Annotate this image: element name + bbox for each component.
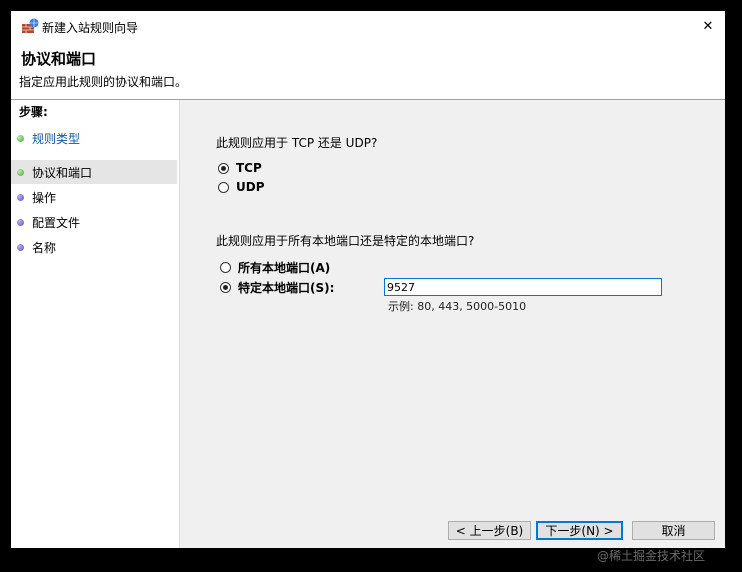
radio-all-ports-label: 所有本地端口(A) <box>238 261 331 275</box>
step-label: 名称 <box>32 240 57 255</box>
protocol-question: 此规则应用于 TCP 还是 UDP? <box>216 136 378 150</box>
step-profile[interactable]: 配置文件 <box>11 210 177 234</box>
next-button[interactable]: 下一步(N) > <box>536 521 623 540</box>
port-input[interactable] <box>384 278 662 296</box>
radio-udp[interactable]: UDP <box>218 180 265 194</box>
radio-specific-ports[interactable]: 特定本地端口(S): <box>220 279 334 296</box>
radio-unchecked-icon <box>220 262 231 273</box>
close-icon: ✕ <box>702 18 714 34</box>
port-example: 示例: 80, 443, 5000-5010 <box>388 300 527 313</box>
port-question: 此规则应用于所有本地端口还是特定的本地端口? <box>216 234 475 248</box>
step-pending-icon <box>17 193 24 201</box>
step-label: 配置文件 <box>32 215 81 230</box>
window-title: 新建入站规则向导 <box>42 21 139 35</box>
close-button[interactable]: ✕ <box>691 11 725 41</box>
wizard-header: 协议和端口 指定应用此规则的协议和端口。 <box>11 41 725 100</box>
step-pending-icon <box>17 243 24 251</box>
radio-tcp[interactable]: TCP <box>218 161 262 175</box>
radio-checked-icon <box>220 282 231 293</box>
step-done-icon <box>17 134 24 142</box>
page-subtitle: 指定应用此规则的协议和端口。 <box>19 75 188 89</box>
title-bar: 新建入站规则向导 ✕ <box>11 11 725 41</box>
step-done-icon <box>17 168 24 176</box>
step-pending-icon <box>17 218 24 226</box>
main-content: 此规则应用于 TCP 还是 UDP? TCP UDP 此规则应用于所有本地端口还… <box>180 100 725 548</box>
step-label: 协议和端口 <box>32 165 93 180</box>
radio-tcp-label: TCP <box>236 161 262 175</box>
step-name[interactable]: 名称 <box>11 235 177 259</box>
steps-panel: 步骤: 规则类型 协议和端口 操作 配置文件 名称 <box>11 100 180 548</box>
steps-title: 步骤: <box>19 105 48 119</box>
page-title: 协议和端口 <box>21 50 97 68</box>
step-protocol-and-ports[interactable]: 协议和端口 <box>11 160 177 184</box>
cancel-button[interactable]: 取消 <box>632 521 715 540</box>
firewall-icon <box>21 18 39 34</box>
radio-unchecked-icon <box>218 181 229 193</box>
radio-all-ports[interactable]: 所有本地端口(A) <box>220 259 330 276</box>
step-label: 操作 <box>32 190 57 205</box>
radio-specific-ports-label: 特定本地端口(S): <box>238 281 335 295</box>
wizard-window: 新建入站规则向导 ✕ 协议和端口 指定应用此规则的协议和端口。 步骤: 规则类型… <box>11 11 725 548</box>
radio-checked-icon <box>218 162 229 174</box>
watermark: @稀土掘金技术社区 <box>597 549 706 563</box>
step-label: 规则类型 <box>32 131 81 146</box>
step-rule-type[interactable]: 规则类型 <box>11 126 177 150</box>
step-action[interactable]: 操作 <box>11 185 177 209</box>
radio-udp-label: UDP <box>236 180 265 194</box>
back-button[interactable]: < 上一步(B) <box>448 521 531 540</box>
